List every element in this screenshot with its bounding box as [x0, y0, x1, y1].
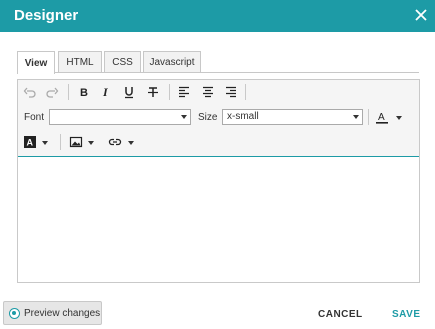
- radio-selected-icon: [9, 308, 20, 319]
- toolbar-separator: [169, 84, 170, 100]
- chevron-down-icon[interactable]: [128, 141, 134, 145]
- tab-html[interactable]: HTML: [58, 51, 102, 73]
- align-center-icon[interactable]: [201, 85, 215, 99]
- toolbar-separator: [60, 134, 61, 150]
- chevron-down-icon: [181, 115, 187, 119]
- svg-text:B: B: [80, 87, 88, 99]
- cancel-button[interactable]: CANCEL: [318, 309, 363, 320]
- toolbar-separator: [368, 109, 369, 125]
- underline-icon[interactable]: [122, 85, 136, 99]
- align-right-icon[interactable]: [224, 85, 238, 99]
- undo-icon[interactable]: [23, 85, 37, 99]
- toolbar-separator: [245, 84, 246, 100]
- tab-javascript[interactable]: Javascript: [143, 51, 201, 73]
- dialog-titlebar: Designer: [0, 0, 435, 32]
- bold-icon[interactable]: B: [76, 85, 90, 99]
- italic-icon[interactable]: I: [99, 85, 113, 99]
- font-color-icon[interactable]: A: [375, 110, 389, 124]
- tab-bar: View HTML CSS Javascript: [17, 51, 419, 74]
- chevron-down-icon[interactable]: [88, 141, 94, 145]
- editor-content-area[interactable]: [18, 156, 419, 282]
- redo-icon[interactable]: [45, 85, 59, 99]
- preview-changes-toggle[interactable]: Preview changes: [3, 301, 102, 325]
- font-label: Font: [24, 112, 45, 123]
- dialog-title: Designer: [14, 7, 79, 24]
- close-icon[interactable]: [413, 7, 429, 23]
- image-icon[interactable]: [69, 135, 83, 149]
- save-button[interactable]: SAVE: [392, 309, 421, 320]
- preview-changes-label: Preview changes: [24, 308, 101, 319]
- tab-view[interactable]: View: [17, 51, 55, 74]
- size-label: Size: [198, 112, 218, 123]
- chevron-down-icon[interactable]: [42, 141, 48, 145]
- editor-toolbar: B I Font Size x-small A A: [18, 80, 419, 156]
- font-select[interactable]: [49, 109, 191, 125]
- size-select-value: x-small: [227, 111, 259, 122]
- svg-text:A: A: [378, 112, 385, 123]
- svg-text:I: I: [102, 85, 109, 99]
- strikethrough-icon[interactable]: [146, 85, 160, 99]
- tab-divider: [17, 72, 419, 73]
- html-editor: B I Font Size x-small A A: [17, 79, 420, 283]
- link-icon[interactable]: [108, 135, 122, 149]
- align-left-icon[interactable]: [177, 85, 191, 99]
- svg-text:A: A: [27, 138, 34, 148]
- background-color-icon[interactable]: A: [23, 135, 37, 149]
- chevron-down-icon[interactable]: [396, 116, 402, 120]
- tab-css[interactable]: CSS: [104, 51, 141, 73]
- size-select[interactable]: x-small: [222, 109, 363, 125]
- toolbar-separator: [68, 84, 69, 100]
- chevron-down-icon: [353, 115, 359, 119]
